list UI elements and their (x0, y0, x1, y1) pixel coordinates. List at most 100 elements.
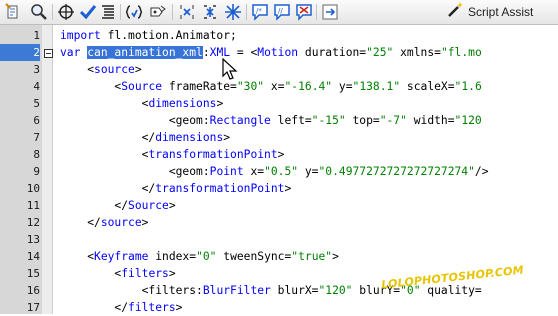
code-token: </ (141, 182, 156, 195)
code-line[interactable]: <dimensions> (60, 95, 224, 112)
line-number: 8 (33, 148, 40, 161)
svg-text://: // (278, 7, 283, 15)
code-token: blurX= (270, 284, 319, 297)
code-token: > (277, 148, 285, 161)
code-token: "30" (236, 80, 265, 93)
code-token: Keyframe (94, 250, 149, 263)
code-token: "120" (318, 284, 353, 297)
code-token: "25" (366, 46, 394, 59)
code-token: tweenSync= (216, 250, 292, 263)
line-number: 4 (33, 80, 40, 93)
code-token: width= (406, 114, 455, 127)
script-assist-button[interactable]: Script Assist (446, 2, 533, 22)
code-token: "0" (196, 250, 217, 263)
check-syntax-icon[interactable] (78, 2, 98, 22)
code-token: index= (148, 250, 197, 263)
code-token: > (141, 216, 149, 229)
code-line[interactable]: </filters> (60, 299, 182, 316)
code-line[interactable]: import fl.motion.Animator; (60, 27, 237, 44)
code-token: /> (474, 165, 489, 178)
line-number: 13 (26, 233, 40, 246)
code-token: > (332, 250, 339, 263)
line-number: 14 (26, 250, 40, 263)
code-token: dimensions (148, 97, 217, 110)
code-token: </ (114, 301, 129, 314)
code-token: "-7" (379, 114, 407, 127)
code-token: <filters: (141, 284, 203, 297)
code-line[interactable]: <geom:Point x="0.5" y="0.497727272727272… (60, 163, 489, 180)
line-number: 7 (33, 131, 40, 144)
code-token: "0.4977272727272727274" (318, 165, 475, 178)
code-token: top= (345, 114, 380, 127)
code-line[interactable]: var can_animation_xml:XML = <Motion dura… (60, 44, 482, 61)
code-token: filters (128, 301, 176, 314)
script-assist-label: Script Assist (468, 5, 534, 19)
magic-wand-icon (446, 1, 464, 23)
code-token: : (202, 46, 210, 59)
line-number: 10 (26, 182, 40, 195)
add-statement-icon[interactable] (3, 2, 23, 22)
show-hide-toolbox-icon[interactable] (320, 2, 340, 22)
code-line[interactable]: <transformationPoint> (60, 146, 285, 163)
code-token: Source (121, 80, 163, 93)
code-token: transformationPoint (148, 148, 278, 161)
code-token: dimensions (155, 131, 224, 144)
code-token: x= (264, 80, 285, 93)
debug-options-icon[interactable] (148, 2, 168, 22)
code-token: y= (332, 80, 353, 93)
code-token: "-16.4" (284, 80, 333, 93)
apply-line-comment-icon[interactable]: // (272, 2, 292, 22)
code-line[interactable]: <Keyframe index="0" tweenSync="true"> (60, 248, 339, 265)
code-token: "fl.mo (440, 46, 482, 59)
code-token: > (284, 182, 292, 195)
line-number: 6 (33, 114, 40, 127)
collapse-selection-icon[interactable] (200, 2, 220, 22)
code-line[interactable]: <geom:Rectangle left="-15" top="-7" widt… (60, 112, 482, 129)
auto-format-icon[interactable] (98, 2, 118, 22)
collapse-between-braces-icon[interactable] (177, 2, 197, 22)
collapse-toggle-icon[interactable] (44, 49, 53, 58)
code-token: <geom: (168, 165, 210, 178)
code-token: </ (87, 216, 101, 229)
code-token: > (216, 97, 224, 110)
code-token: </ (114, 199, 129, 212)
expand-all-icon[interactable] (223, 2, 243, 22)
code-token: "138.1" (352, 80, 401, 93)
svg-text:/*: /* (256, 7, 262, 15)
line-number: 12 (26, 216, 40, 229)
code-hint-icon[interactable] (124, 2, 144, 22)
code-token: Rectangle (209, 114, 271, 127)
code-line[interactable]: </Source> (60, 197, 176, 214)
code-token: < (87, 63, 95, 76)
code-token: duration= (298, 46, 367, 59)
code-token: transformationPoint (155, 182, 285, 195)
code-token: > (134, 63, 142, 76)
code-token: > (168, 199, 176, 212)
code-line[interactable]: </transformationPoint> (60, 180, 292, 197)
code-token: Point (209, 165, 244, 178)
code-token: source (100, 216, 142, 229)
target-icon[interactable] (56, 2, 76, 22)
code-line[interactable]: <source> (60, 61, 142, 78)
remove-comment-icon[interactable] (294, 2, 314, 22)
code-token: filters (121, 267, 169, 280)
code-token: y= (298, 165, 319, 178)
code-line[interactable]: <Source frameRate="30" x="-16.4" y="138.… (60, 78, 481, 95)
code-line[interactable]: </source> (60, 214, 148, 231)
code-token: source (94, 63, 135, 76)
selected-text: can_animation_xml (87, 46, 203, 59)
code-token: scaleX= (400, 80, 455, 93)
code-line[interactable]: </dimensions> (60, 129, 230, 146)
code-token: x= (243, 165, 265, 178)
code-token: BlurFilter (202, 284, 271, 297)
line-number: 1 (33, 29, 40, 42)
code-token: "true" (291, 250, 333, 263)
line-number: 11 (26, 199, 40, 212)
apply-block-comment-icon[interactable]: /* (250, 2, 270, 22)
code-line[interactable]: <filters> (60, 265, 175, 282)
line-number: 5 (33, 97, 40, 110)
line-number: 17 (26, 301, 40, 314)
line-number: 16 (26, 284, 40, 297)
find-icon[interactable] (29, 2, 49, 22)
code-token: xmlns= (393, 46, 441, 59)
